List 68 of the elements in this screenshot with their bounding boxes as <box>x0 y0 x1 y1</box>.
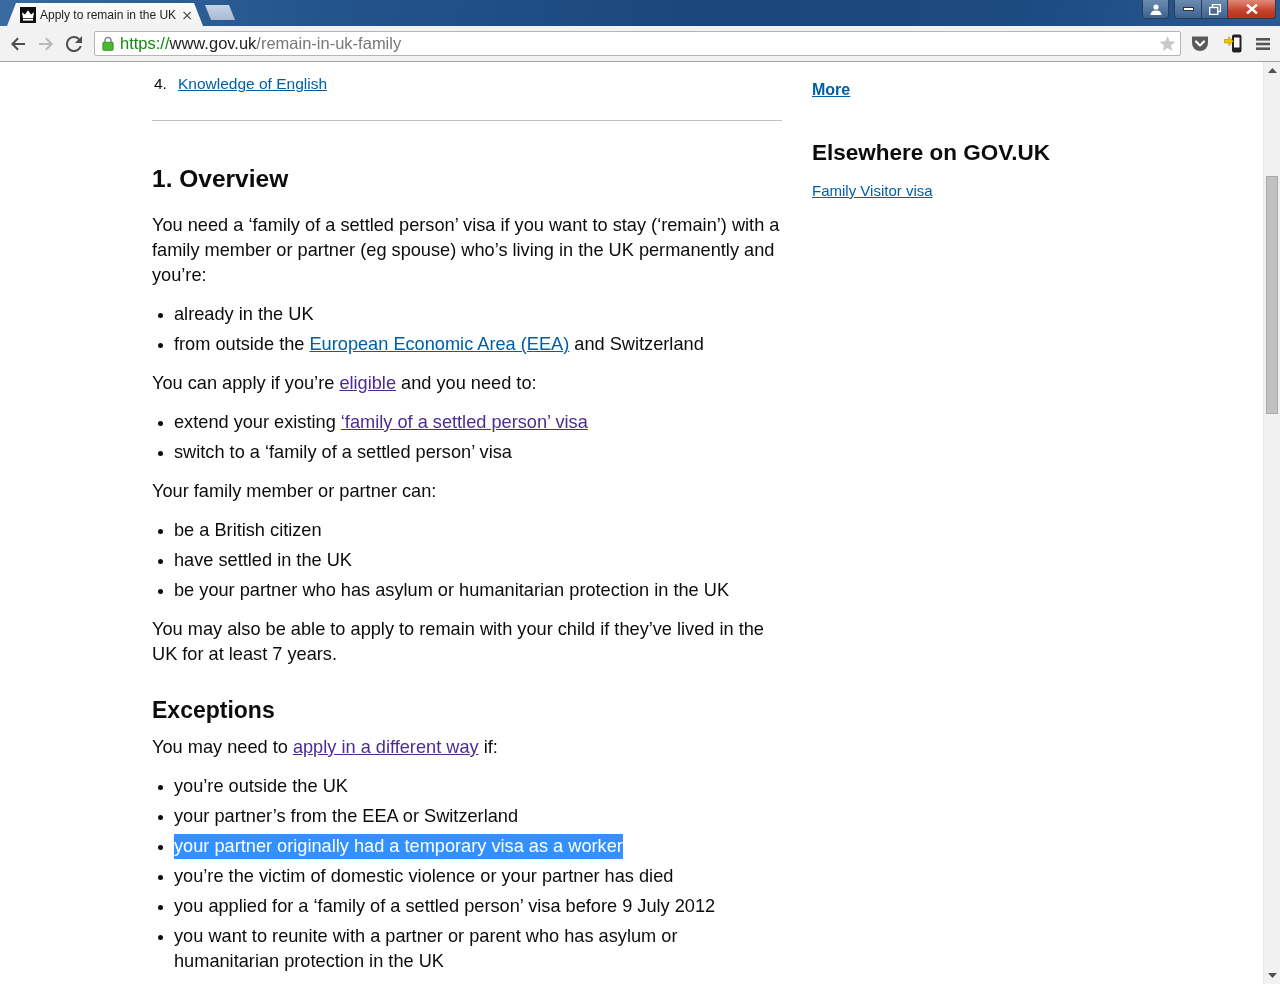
url-text: https://www.gov.uk/remain-in-uk-family <box>120 34 402 53</box>
back-arrow-icon <box>10 35 26 52</box>
list-item-text: be your partner who has asylum or humanitarian protection in the UK <box>174 579 729 602</box>
reload-button[interactable] <box>64 33 84 54</box>
list-item-text: switch to a ‘family of a settled person’ visa <box>174 441 512 464</box>
list-item-text: be a British citizen <box>174 519 322 542</box>
paragraph: Your family member or partner can: <box>152 480 438 503</box>
menu-icon[interactable] <box>1256 36 1270 51</box>
list-item-text: your partner’s from the EEA or Switzerland <box>174 805 519 828</box>
list-item-text: already in the UK <box>174 303 314 326</box>
bullet-icon <box>158 589 163 594</box>
sidebar-heading: Elsewhere on GOV.UK <box>812 139 1050 167</box>
text-link[interactable]: apply in a different way <box>292 737 479 757</box>
chevron-shield-icon[interactable] <box>1191 35 1209 52</box>
list-item-text: you want to reunite with a partner or parent who has asylum or humanitarian protection in the UK <box>174 925 679 973</box>
phone-arrow-icon[interactable] <box>1224 34 1242 53</box>
lock-icon <box>102 36 114 51</box>
close-tab-button[interactable]: × <box>181 7 193 22</box>
bullet-icon <box>158 815 163 820</box>
close-window-button[interactable] <box>1227 0 1276 19</box>
related-link[interactable]: Family Visitor visa <box>812 181 933 201</box>
more-link[interactable]: More <box>812 80 851 100</box>
paragraph: You may need to apply in a different way if: <box>152 736 499 759</box>
section-heading: 1. Overview <box>152 164 290 194</box>
bullet-icon <box>158 785 163 790</box>
browser-tab[interactable]: Apply to remain in the UK × <box>7 3 203 26</box>
restore-button[interactable] <box>1201 0 1227 19</box>
bullet-icon <box>158 905 163 910</box>
minimize-button[interactable] <box>1174 0 1201 19</box>
bullet-icon <box>158 935 163 940</box>
contents-link[interactable]: Knowledge of English <box>178 74 328 94</box>
bullet-icon <box>158 875 163 880</box>
new-tab-button[interactable] <box>205 5 235 20</box>
subsection-heading: Exceptions <box>152 696 276 725</box>
text-link[interactable]: eligible <box>339 373 396 393</box>
bullet-icon <box>158 313 163 318</box>
list-item-text: extend your existing ‘family of a settled person’ visa <box>174 411 588 434</box>
scroll-down-arrow-icon[interactable] <box>1267 973 1277 978</box>
list-item-text: you’re outside the UK <box>174 775 348 798</box>
close-icon <box>1245 4 1258 14</box>
paragraph: You can apply if you’re eligible and you need to: <box>152 372 538 395</box>
list-item-text: your partner originally had a temporary visa as a worker <box>174 834 623 859</box>
list-number: 4. <box>153 74 168 94</box>
list-item-text: from outside the European Economic Area (EEA) and Switzerland <box>174 333 704 356</box>
bullet-icon <box>158 421 163 426</box>
address-bar[interactable]: https://www.gov.uk/remain-in-uk-family <box>94 31 1181 56</box>
profile-button[interactable] <box>1142 0 1169 19</box>
paragraph: You need a ‘family of a settled person’ visa if you want to stay (‘remain’) with a family member or partner (eg spouse) who’s living in the UK permanently and you’re: <box>152 214 781 287</box>
list-item-text: you applied for a ‘family of a settled person’ visa before 9 July 2012 <box>174 895 716 918</box>
bullet-icon <box>158 343 163 348</box>
list-item-text: have settled in the UK <box>174 549 352 572</box>
bullet-icon <box>158 559 163 564</box>
restore-icon <box>1208 3 1221 15</box>
text-link[interactable]: European Economic Area (EEA) <box>309 334 570 354</box>
bullet-icon <box>158 529 163 534</box>
person-icon <box>1149 3 1162 15</box>
text-link[interactable]: ‘family of a settled person’ visa <box>340 412 588 432</box>
scrollbar-thumb[interactable] <box>1266 176 1278 414</box>
crown-icon <box>20 6 36 23</box>
star-icon[interactable] <box>1159 35 1176 52</box>
bullet-icon <box>158 845 163 850</box>
minimize-icon <box>1182 7 1194 11</box>
paragraph: You may also be able to apply to remain with your child if they’ve lived in the UK for at least 7 years. <box>152 618 765 666</box>
reload-icon <box>66 35 82 52</box>
scroll-up-arrow-icon[interactable] <box>1267 68 1277 73</box>
list-item-text: you’re the victim of domestic violence or your partner has died <box>174 865 674 888</box>
bullet-icon <box>158 451 163 456</box>
forward-arrow-icon <box>38 35 54 52</box>
